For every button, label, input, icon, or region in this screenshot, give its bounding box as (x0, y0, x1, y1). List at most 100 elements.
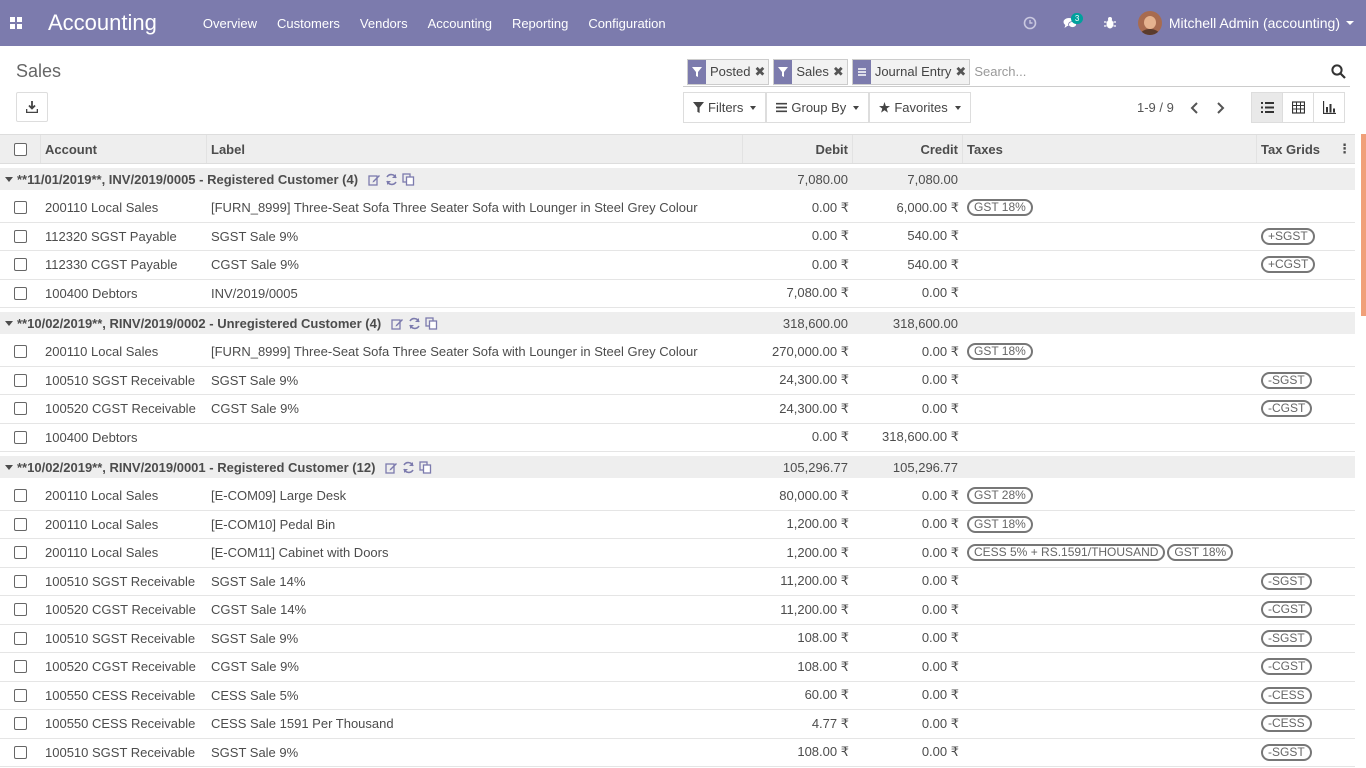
cell-credit[interactable]: 318,600.00 ₹ (853, 429, 963, 445)
table-row[interactable]: 200110 Local Sales [E-COM11] Cabinet with… (0, 539, 1355, 568)
cell-credit[interactable]: 0.00 ₹ (853, 545, 963, 561)
refresh-icon[interactable] (402, 461, 415, 474)
group-header[interactable]: **11/01/2019**, INV/2019/0005 - Register… (0, 172, 743, 187)
table-row[interactable]: 100510 SGST Receivable SGST Sale 9% 24,300… (0, 367, 1355, 395)
group-by-button[interactable]: Group By (766, 92, 870, 123)
row-checkbox[interactable] (14, 258, 27, 272)
cell-credit[interactable]: 0.00 ₹ (853, 744, 963, 760)
cell-debit[interactable]: 0.00 ₹ (743, 429, 853, 445)
menu-overview[interactable]: Overview (203, 16, 257, 31)
download-button[interactable] (16, 92, 48, 122)
cell-tax-grids[interactable]: -CGST (1257, 658, 1355, 676)
table-row[interactable]: 200110 Local Sales [E-COM09] Large Desk 80… (0, 482, 1355, 511)
cell-account[interactable]: 100550 CESS Receivable (41, 716, 207, 731)
column-header-debit[interactable]: Debit (743, 135, 853, 163)
cell-label[interactable]: SGST Sale 9% (207, 229, 743, 244)
menu-vendors[interactable]: Vendors (360, 16, 408, 31)
app-title[interactable]: Accounting (48, 10, 157, 36)
row-checkbox[interactable] (14, 660, 27, 674)
search-input[interactable] (974, 59, 1326, 84)
cell-credit[interactable]: 0.00 ₹ (853, 516, 963, 532)
cell-account[interactable]: 100510 SGST Receivable (41, 745, 207, 760)
cell-taxes[interactable]: CESS 5% + RS.1591/THOUSAND GST 18% (963, 544, 1257, 562)
row-checkbox[interactable] (14, 229, 27, 243)
table-row[interactable]: 100400 Debtors 0.00 ₹318,600.00 ₹ (0, 424, 1355, 452)
cell-tax-grids[interactable]: -CESS (1257, 715, 1355, 733)
menu-accounting[interactable]: Accounting (428, 16, 492, 31)
cell-debit[interactable]: 7,080.00 ₹ (743, 285, 853, 301)
group-header[interactable]: **10/02/2019**, RINV/2019/0001 - Registe… (0, 460, 743, 475)
refresh-icon[interactable] (385, 173, 398, 186)
cell-account[interactable]: 100520 CGST Receivable (41, 401, 207, 416)
cell-tax-grids[interactable]: -CESS (1257, 686, 1355, 704)
cell-tax-grids[interactable]: -CGST (1257, 601, 1355, 619)
cell-label[interactable]: [E-COM11] Cabinet with Doors (207, 545, 743, 560)
cell-label[interactable]: CGST Sale 14% (207, 602, 743, 617)
cell-label[interactable]: [FURN_8999] Three-Seat Sofa Three Seater… (207, 344, 743, 359)
menu-configuration[interactable]: Configuration (588, 16, 665, 31)
menu-customers[interactable]: Customers (277, 16, 340, 31)
table-row[interactable]: 100550 CESS Receivable CESS Sale 5% 60.00 … (0, 682, 1355, 710)
cell-label[interactable]: CGST Sale 9% (207, 659, 743, 674)
cell-debit[interactable]: 1,200.00 ₹ (743, 516, 853, 532)
cell-label[interactable]: [E-COM09] Large Desk (207, 488, 743, 503)
copy-icon[interactable] (425, 316, 438, 330)
cell-tax-grids[interactable]: -SGST (1257, 572, 1355, 590)
select-all-checkbox[interactable] (13, 142, 27, 156)
cell-debit[interactable]: 270,000.00 ₹ (743, 344, 853, 360)
cell-debit[interactable]: 108.00 ₹ (743, 659, 853, 675)
table-row[interactable]: 200110 Local Sales [FURN_8999] Three-Seat… (0, 338, 1355, 367)
remove-facet-icon[interactable]: ✖ (833, 64, 847, 80)
row-checkbox[interactable] (14, 430, 27, 444)
table-row[interactable]: 100510 SGST Receivable SGST Sale 14% 11,20… (0, 568, 1355, 596)
cell-tax-grids[interactable]: -CGST (1257, 400, 1355, 418)
cell-taxes[interactable]: GST 18% (963, 199, 1257, 217)
cell-account[interactable]: 100520 CGST Receivable (41, 602, 207, 617)
table-row[interactable]: 100400 Debtors INV/2019/0005 7,080.00 ₹0.0… (0, 280, 1355, 308)
chevron-right-icon[interactable] (1208, 101, 1234, 114)
cell-credit[interactable]: 0.00 ₹ (853, 573, 963, 589)
cell-taxes[interactable]: GST 28% (963, 487, 1257, 505)
remove-facet-icon[interactable]: ✖ (754, 64, 768, 80)
row-checkbox[interactable] (14, 373, 27, 387)
search-facet-sales[interactable]: Sales ✖ (773, 58, 848, 85)
cell-label[interactable]: SGST Sale 14% (207, 574, 743, 589)
cell-debit[interactable]: 0.00 ₹ (743, 200, 853, 216)
cell-account[interactable]: 200110 Local Sales (41, 200, 207, 215)
optional-columns-icon[interactable]: ⋮ (1338, 141, 1351, 157)
cell-label[interactable]: CESS Sale 5% (207, 688, 743, 703)
cell-tax-grids[interactable]: -SGST (1257, 371, 1355, 389)
cell-debit[interactable]: 108.00 ₹ (743, 744, 853, 760)
cell-account[interactable]: 100510 SGST Receivable (41, 631, 207, 646)
cell-label[interactable]: SGST Sale 9% (207, 373, 743, 388)
favorites-button[interactable]: Favorites (869, 92, 971, 123)
cell-credit[interactable]: 0.00 ₹ (853, 687, 963, 703)
column-header-credit[interactable]: Credit (853, 135, 963, 163)
cell-credit[interactable]: 0.00 ₹ (853, 488, 963, 504)
cell-debit[interactable]: 108.00 ₹ (743, 630, 853, 646)
graph-view-button[interactable] (1313, 92, 1345, 123)
cell-credit[interactable]: 0.00 ₹ (853, 659, 963, 675)
table-row[interactable]: 100520 CGST Receivable CGST Sale 14% 11,20… (0, 596, 1355, 625)
cell-credit[interactable]: 0.00 ₹ (853, 716, 963, 732)
cell-credit[interactable]: 540.00 ₹ (853, 228, 963, 244)
cell-credit[interactable]: 0.00 ₹ (853, 602, 963, 618)
table-row[interactable]: 100520 CGST Receivable CGST Sale 9% 108.00… (0, 653, 1355, 682)
cell-label[interactable]: SGST Sale 9% (207, 745, 743, 760)
edit-icon[interactable] (368, 173, 381, 186)
cell-debit[interactable]: 60.00 ₹ (743, 687, 853, 703)
column-header-label[interactable]: Label (207, 135, 743, 163)
cell-label[interactable]: CGST Sale 9% (207, 257, 743, 272)
cell-credit[interactable]: 0.00 ₹ (853, 630, 963, 646)
cell-account[interactable]: 112320 SGST Payable (41, 229, 207, 244)
cell-account[interactable]: 100510 SGST Receivable (41, 373, 207, 388)
column-header-account[interactable]: Account (41, 135, 207, 163)
cell-account[interactable]: 100400 Debtors (41, 430, 207, 445)
cell-tax-grids[interactable]: +SGST (1257, 227, 1355, 245)
cell-label[interactable]: SGST Sale 9% (207, 631, 743, 646)
row-checkbox[interactable] (14, 688, 27, 702)
row-checkbox[interactable] (14, 546, 27, 560)
search-icon[interactable] (1326, 60, 1350, 84)
filters-button[interactable]: Filters (683, 92, 767, 123)
row-checkbox[interactable] (14, 717, 27, 731)
